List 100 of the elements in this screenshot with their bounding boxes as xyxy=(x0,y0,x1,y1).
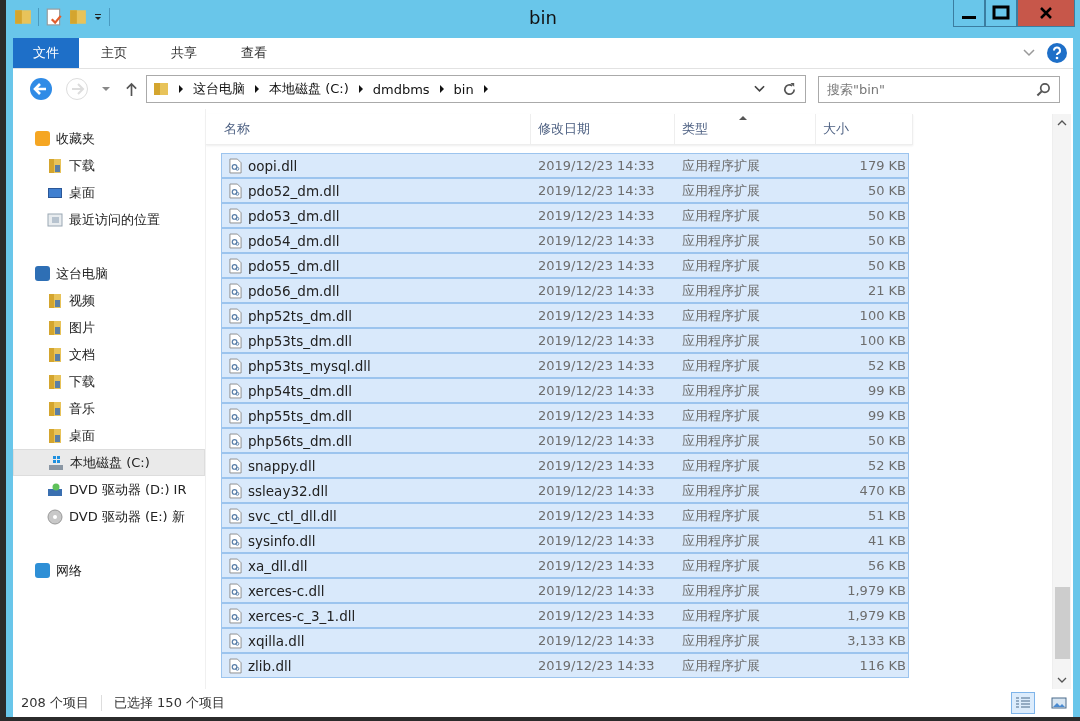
file-row[interactable]: svc_ctl_dll.dll 2019/12/23 14:33 应用程序扩展 51 KB xyxy=(221,503,909,528)
scroll-down-icon[interactable] xyxy=(1057,677,1067,683)
help-icon[interactable] xyxy=(1047,43,1067,63)
sidebar-item[interactable]: 下载 xyxy=(13,368,205,395)
thumbnail-view-icon xyxy=(1051,696,1067,710)
recent-caret-icon[interactable] xyxy=(101,86,111,92)
close-button[interactable] xyxy=(1017,0,1075,27)
recent-places-icon xyxy=(47,211,63,228)
chevron-right-icon[interactable] xyxy=(438,84,445,94)
file-row[interactable]: pdo55_dm.dll 2019/12/23 14:33 应用程序扩展 50 KB xyxy=(221,253,909,278)
table-cell-text: 100 KB xyxy=(858,308,907,323)
table-cell-text: 2019/12/23 14:33 xyxy=(537,308,656,323)
file-row[interactable]: xerces-c_3_1.dll 2019/12/23 14:33 应用程序扩展 1,979 KB xyxy=(221,603,909,628)
file-row[interactable]: php52ts_dm.dll 2019/12/23 14:33 应用程序扩展 100 KB xyxy=(221,303,909,328)
sidebar-item[interactable]: 网络 xyxy=(56,561,82,580)
table-cell-text: 应用程序扩展 xyxy=(681,206,761,225)
refresh-icon[interactable] xyxy=(782,81,797,97)
sidebar-item[interactable]: DVD 驱动器 (D:) IR xyxy=(13,476,205,503)
breadcrumb-item[interactable]: 本地磁盘 (C:) xyxy=(269,80,349,98)
breadcrumb-item[interactable]: bin xyxy=(453,81,474,97)
scroll-up-icon[interactable] xyxy=(1057,120,1067,126)
table-cell-text: 50 KB xyxy=(866,233,907,248)
file-row[interactable]: xerces-c.dll 2019/12/23 14:33 应用程序扩展 1,979 KB xyxy=(221,578,909,603)
maximize-button[interactable] xyxy=(985,0,1017,27)
column-header[interactable]: 类型 xyxy=(675,114,816,144)
file-row[interactable]: php53ts_mysql.dll 2019/12/23 14:33 应用程序扩展 52 KB xyxy=(221,353,909,378)
chevron-right-icon[interactable] xyxy=(482,84,489,94)
file-row[interactable]: php55ts_dm.dll 2019/12/23 14:33 应用程序扩展 99 KB xyxy=(221,403,909,428)
table-cell-text: 2019/12/23 14:33 xyxy=(537,658,656,673)
column-header[interactable]: 名称 xyxy=(206,114,531,144)
expand-ribbon-icon[interactable] xyxy=(1023,49,1035,57)
file-name: snappy.dll xyxy=(248,457,316,474)
file-row[interactable]: ssleay32.dll 2019/12/23 14:33 应用程序扩展 470 KB xyxy=(221,478,909,503)
sidebar-item[interactable]: 音乐 xyxy=(13,395,205,422)
chevron-right-icon[interactable] xyxy=(357,84,364,94)
dll-file-icon xyxy=(229,382,242,399)
sidebar-item[interactable]: DVD 驱动器 (E:) 新 xyxy=(13,503,205,530)
column-header[interactable]: 大小 xyxy=(816,114,913,144)
address-bar[interactable]: 这台电脑 本地磁盘 (C:) dmdbms bin xyxy=(146,75,806,103)
table-cell-text: 应用程序扩展 xyxy=(681,531,761,550)
dll-file-icon xyxy=(229,207,242,224)
sidebar-item[interactable]: 下载 xyxy=(13,152,205,179)
customize-caret-icon[interactable] xyxy=(93,12,103,22)
file-row[interactable]: pdo52_dm.dll 2019/12/23 14:33 应用程序扩展 50 KB xyxy=(221,178,909,203)
table-cell-text: 3,133 KB xyxy=(846,633,907,648)
sidebar-item[interactable]: 视频 xyxy=(13,287,205,314)
chevron-right-icon[interactable] xyxy=(254,84,260,94)
chevron-right-icon[interactable] xyxy=(178,84,184,94)
search-field[interactable]: 搜索"bin" xyxy=(818,75,1060,103)
sidebar-item[interactable]: 最近访问的位置 xyxy=(13,206,205,233)
folder-icon xyxy=(47,319,63,336)
sidebar-item[interactable]: 桌面 xyxy=(13,179,205,206)
close-icon xyxy=(1039,6,1053,20)
dll-file-icon xyxy=(229,307,242,324)
file-row[interactable]: php54ts_dm.dll 2019/12/23 14:33 应用程序扩展 99 KB xyxy=(221,378,909,403)
file-name: xerces-c.dll xyxy=(248,582,325,599)
scrollbar[interactable] xyxy=(1052,114,1071,689)
search-icon xyxy=(1036,81,1051,97)
column-header[interactable]: 修改日期 xyxy=(531,114,675,144)
ribbon-tab[interactable]: 文件 xyxy=(13,38,79,68)
sidebar-item[interactable]: 桌面 xyxy=(13,422,205,449)
item-count: 208 个项目 xyxy=(21,694,89,712)
sidebar-item[interactable]: 本地磁盘 (C:) xyxy=(13,449,205,476)
up-arrow-icon[interactable] xyxy=(125,81,138,97)
table-cell-text: 2019/12/23 14:33 xyxy=(537,458,656,473)
sidebar-item[interactable]: 这台电脑 xyxy=(56,264,108,283)
file-row[interactable]: pdo56_dm.dll 2019/12/23 14:33 应用程序扩展 21 KB xyxy=(221,278,909,303)
file-row[interactable]: php56ts_dm.dll 2019/12/23 14:33 应用程序扩展 50 KB xyxy=(221,428,909,453)
file-row[interactable]: xa_dll.dll 2019/12/23 14:33 应用程序扩展 56 KB xyxy=(221,553,909,578)
table-cell-text: 应用程序扩展 xyxy=(681,656,761,675)
table-cell-text: 50 KB xyxy=(866,258,907,273)
file-row[interactable]: pdo54_dm.dll 2019/12/23 14:33 应用程序扩展 50 KB xyxy=(221,228,909,253)
table-cell-text: 2019/12/23 14:33 xyxy=(537,408,656,423)
properties-icon[interactable] xyxy=(45,8,63,26)
table-cell-text: 41 KB xyxy=(866,533,907,548)
dropdown-icon[interactable] xyxy=(754,85,765,93)
file-row[interactable]: snappy.dll 2019/12/23 14:33 应用程序扩展 52 KB xyxy=(221,453,909,478)
dll-file-icon xyxy=(229,432,242,449)
file-row[interactable]: xqilla.dll 2019/12/23 14:33 应用程序扩展 3,133 KB xyxy=(221,628,909,653)
folder-icon xyxy=(47,157,63,174)
file-row[interactable]: pdo53_dm.dll 2019/12/23 14:33 应用程序扩展 50 KB xyxy=(221,203,909,228)
dll-file-icon xyxy=(229,332,242,349)
table-cell-text: 应用程序扩展 xyxy=(681,431,761,450)
file-row[interactable]: php53ts_dm.dll 2019/12/23 14:33 应用程序扩展 100 KB xyxy=(221,328,909,353)
breadcrumb-item[interactable]: dmdbms xyxy=(372,81,430,97)
sidebar-item[interactable]: 文档 xyxy=(13,341,205,368)
sidebar-item[interactable]: 图片 xyxy=(13,314,205,341)
table-cell-text: 应用程序扩展 xyxy=(681,456,761,475)
table-cell-text: 50 KB xyxy=(866,208,907,223)
minimize-button[interactable] xyxy=(953,0,985,27)
back-icon[interactable] xyxy=(29,77,53,101)
table-cell-text: 应用程序扩展 xyxy=(681,556,761,575)
dll-file-icon xyxy=(229,182,242,199)
sidebar-item[interactable]: 收藏夹 xyxy=(56,129,95,148)
file-row[interactable]: oopi.dll 2019/12/23 14:33 应用程序扩展 179 KB xyxy=(221,153,909,178)
dll-file-icon xyxy=(229,257,242,274)
scroll-thumb[interactable] xyxy=(1054,587,1070,659)
file-row[interactable]: zlib.dll 2019/12/23 14:33 应用程序扩展 116 KB xyxy=(221,653,909,678)
breadcrumb-item[interactable]: 这台电脑 xyxy=(193,80,245,98)
file-row[interactable]: sysinfo.dll 2019/12/23 14:33 应用程序扩展 41 KB xyxy=(221,528,909,553)
